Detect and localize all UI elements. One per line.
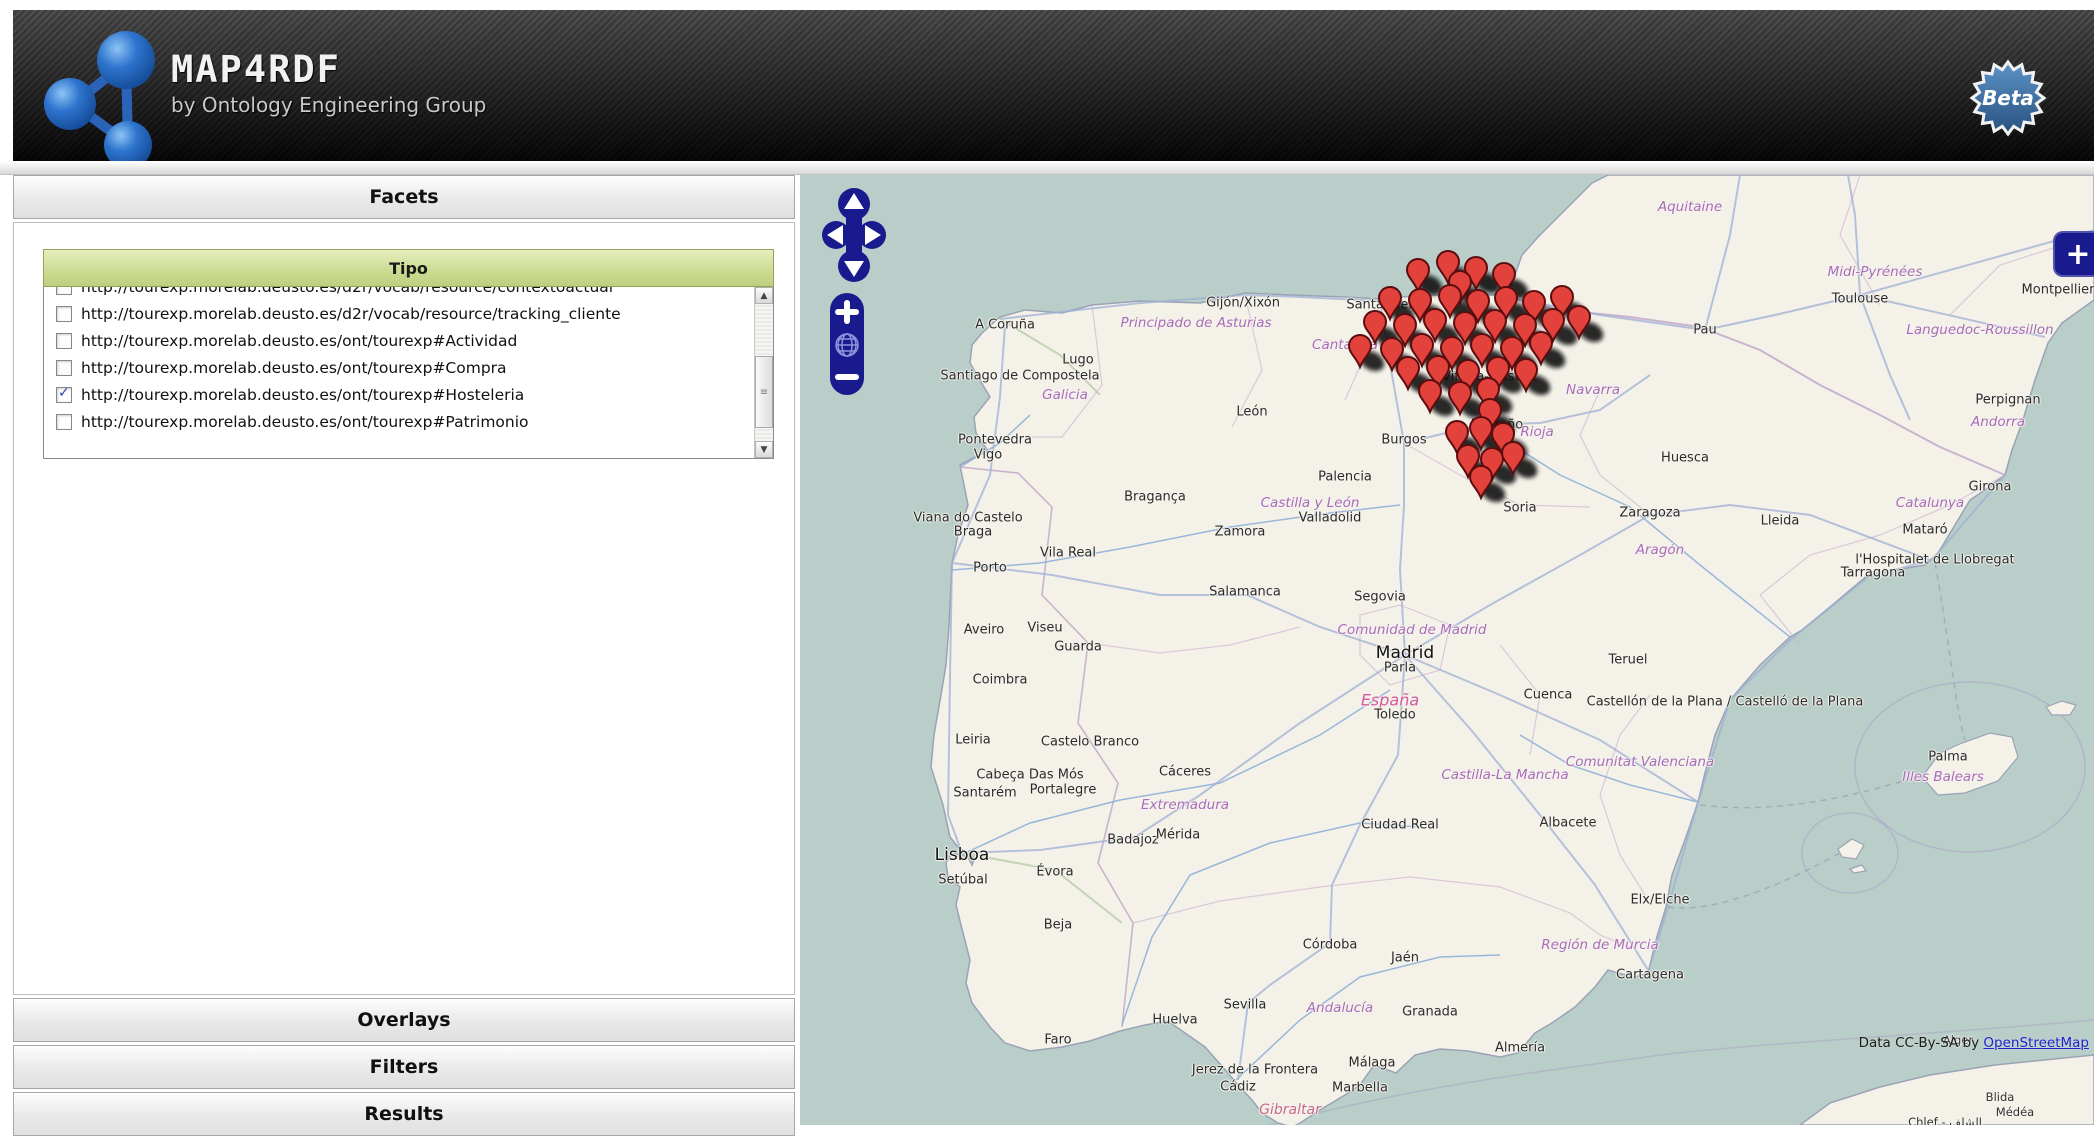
app-subtitle: by Ontology Engineering Group xyxy=(171,93,486,117)
checkbox-unchecked[interactable] xyxy=(56,360,72,376)
facet-item[interactable]: http://tourexp.morelab.deusto.es/ont/tou… xyxy=(44,327,754,354)
beta-badge-label: Beta xyxy=(1982,86,2034,110)
sidebar: Facets Tipo http://tourexp.morelab.deust… xyxy=(13,175,795,1139)
facet-item[interactable]: ✓ http://tourexp.morelab.deusto.es/ont/to… xyxy=(44,381,754,408)
openstreetmap-link[interactable]: OpenStreetMap xyxy=(1983,1035,2089,1051)
facet-item[interactable]: http://tourexp.morelab.deusto.es/ont/tou… xyxy=(44,354,754,381)
zoom-bar[interactable] xyxy=(830,293,864,395)
pan-control[interactable] xyxy=(822,187,886,297)
checkbox-unchecked[interactable] xyxy=(56,333,72,349)
facet-item-label: http://tourexp.morelab.deusto.es/ont/tou… xyxy=(81,359,507,377)
scroll-down-button[interactable]: ▼ xyxy=(755,441,773,458)
facet-item-label: http://tourexp.morelab.deusto.es/d2r/voc… xyxy=(81,305,621,323)
facet-rows: http://tourexp.morelab.deusto.es/d2r/voc… xyxy=(44,287,754,458)
section-header-overlays[interactable]: Overlays xyxy=(13,998,795,1042)
map-markers-layer[interactable] xyxy=(800,175,2094,1125)
checkbox-unchecked[interactable] xyxy=(56,414,72,430)
app-header: MAP4RDF by Ontology Engineering Group Be… xyxy=(13,10,2094,161)
checkbox-checked[interactable]: ✓ xyxy=(56,387,72,403)
facet-list-scrollbar[interactable]: ▲ ≡ ▼ xyxy=(754,287,773,458)
scroll-thumb[interactable]: ≡ xyxy=(755,356,773,428)
facet-list: http://tourexp.morelab.deusto.es/d2r/voc… xyxy=(43,287,774,459)
beta-badge: Beta xyxy=(1965,55,2051,141)
facets-panel: Tipo http://tourexp.morelab.deusto.es/d2… xyxy=(13,222,795,995)
map-canvas[interactable]: AquitaineMidi-PyrénéesToulouseMontpellie… xyxy=(800,175,2094,1125)
checkbox-unchecked[interactable] xyxy=(56,287,72,295)
facet-group-tipo: Tipo http://tourexp.morelab.deusto.es/d2… xyxy=(43,249,774,459)
sidebar-sections: OverlaysFiltersResults xyxy=(13,998,795,1139)
app-title: MAP4RDF xyxy=(171,48,486,91)
scroll-up-button[interactable]: ▲ xyxy=(755,287,773,304)
header-divider xyxy=(0,161,2094,175)
section-header-results[interactable]: Results xyxy=(13,1092,795,1136)
facet-item-label: http://tourexp.morelab.deusto.es/ont/tou… xyxy=(81,413,529,431)
facet-item-label: http://tourexp.morelab.deusto.es/ont/tou… xyxy=(81,386,524,404)
facet-item-label: http://tourexp.morelab.deusto.es/d2r/voc… xyxy=(81,287,613,296)
map-attribution: Data CC-By-SA by OpenStreetMap xyxy=(1859,1035,2089,1051)
facets-section-header[interactable]: Facets xyxy=(13,175,795,219)
facet-group-title: Tipo xyxy=(43,249,774,287)
layer-switcher-button[interactable]: + xyxy=(2053,231,2094,277)
facet-item[interactable]: http://tourexp.morelab.deusto.es/d2r/voc… xyxy=(44,300,754,327)
map4rdf-logo-icon xyxy=(30,18,170,161)
facet-item-label: http://tourexp.morelab.deusto.es/ont/tou… xyxy=(81,332,517,350)
scroll-track[interactable] xyxy=(755,428,773,441)
attribution-text: Data CC-By-SA by xyxy=(1859,1035,1984,1051)
facet-item[interactable]: http://tourexp.morelab.deusto.es/d2r/voc… xyxy=(44,287,754,300)
checkbox-unchecked[interactable] xyxy=(56,306,72,322)
facet-item[interactable]: http://tourexp.morelab.deusto.es/ont/tou… xyxy=(44,408,754,435)
section-header-filters[interactable]: Filters xyxy=(13,1045,795,1089)
